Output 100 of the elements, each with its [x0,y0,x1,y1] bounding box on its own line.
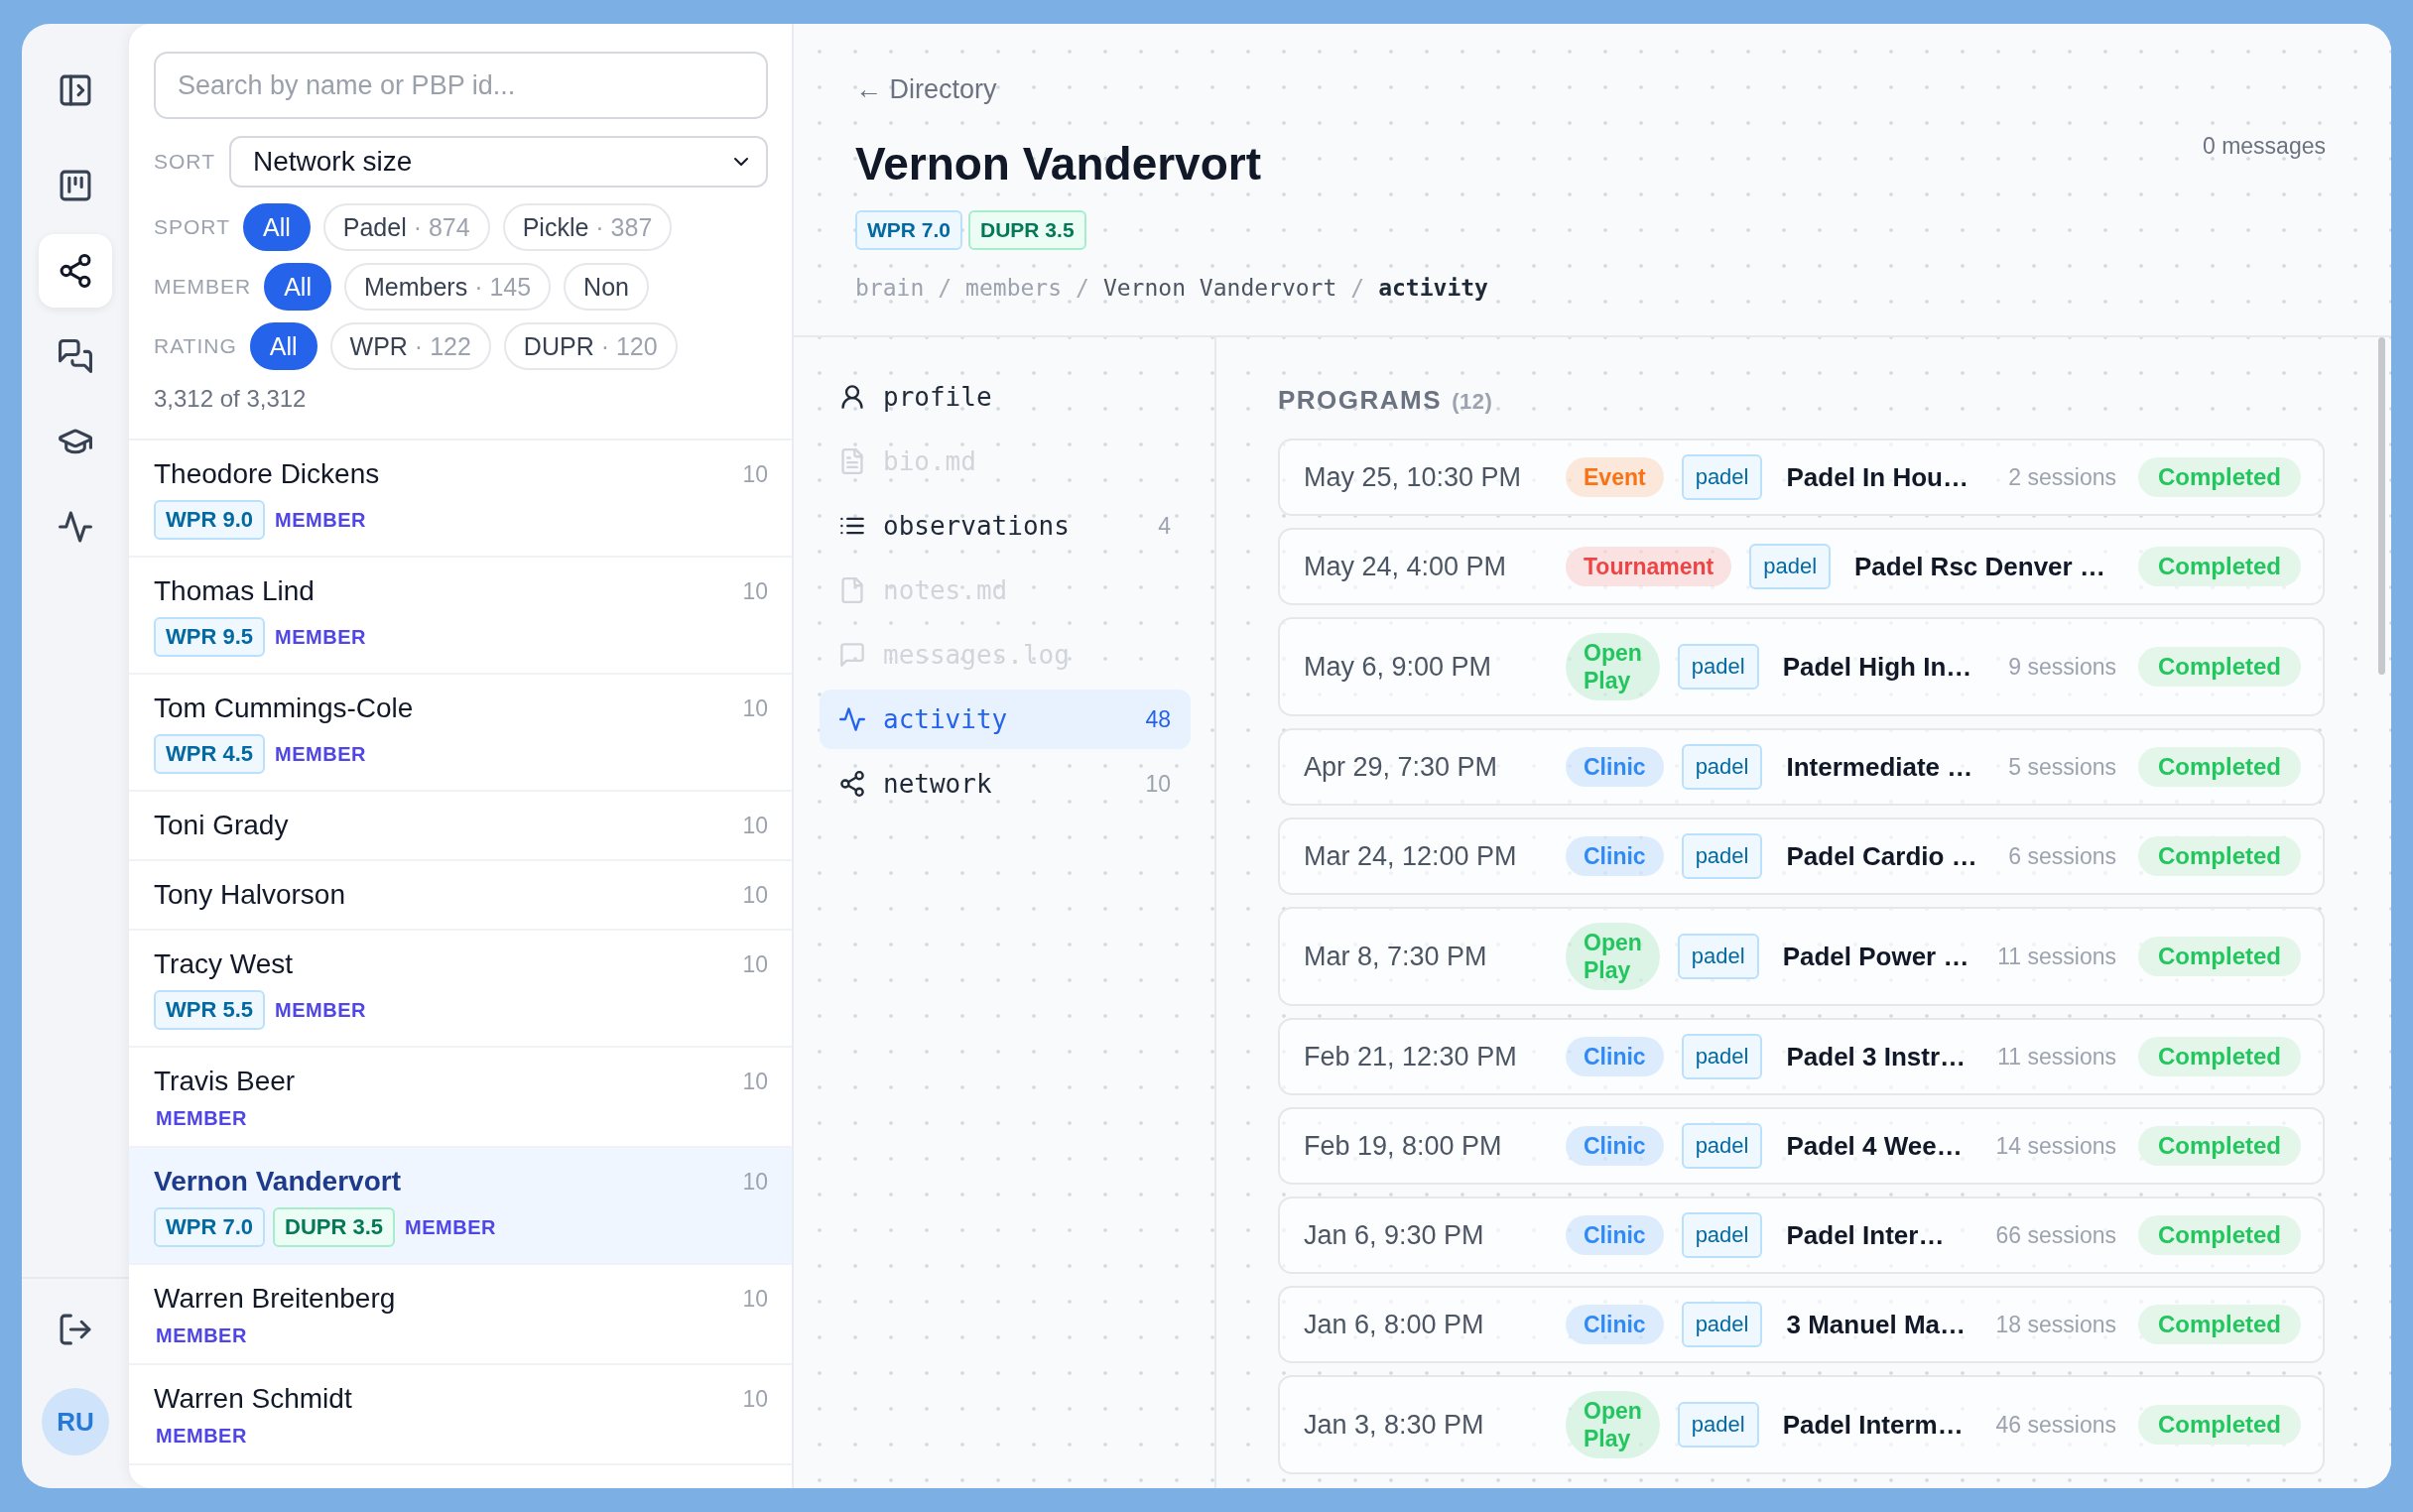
rail-button[interactable] [39,234,112,308]
sport-tag: padel [1681,1212,1763,1258]
speech-bubble-icon [839,642,865,668]
type-tag: Tournament [1566,547,1732,586]
filter-chip[interactable]: DUPR · 120 [503,322,678,370]
filter-chip[interactable]: All [242,203,311,251]
section-count: (12) [1452,388,1493,416]
filter-chip[interactable]: WPR · 122 [329,322,491,370]
filter-chip[interactable]: All [264,263,331,311]
session-count: 6 sessions [2008,842,2116,870]
section-tab[interactable]: activity 48 [820,690,1191,749]
filter-label: MEMBER [154,275,252,299]
filter-chip[interactable]: Non [564,263,649,311]
status-tag: Completed [2138,937,2301,976]
program-title: Padel Power … [1782,941,1970,972]
breadcrumb-separator: / [1350,274,1365,303]
network-count: 10 [742,1068,768,1095]
chat-icon [59,339,92,373]
session-count: 46 sessions [1995,1411,2116,1439]
program-title: Padel Rsc Denver … [1854,551,2106,582]
member-list-item[interactable]: Warren Breitenberg 10 MEMBER [129,1265,792,1365]
session-count: 11 sessions [1997,1043,2116,1071]
program-date: Jan 6, 8:00 PM [1304,1309,1485,1340]
filter-chip[interactable]: Padel · 874 [322,203,490,251]
breadcrumb-current: activity [1378,274,1488,303]
back-link[interactable]: ← Directory [855,71,997,107]
status-tag: Completed [2138,1126,2301,1166]
program-date: May 6, 9:00 PM [1304,651,1493,683]
kanban-icon [59,169,92,202]
status-tag: Completed [2138,747,2301,787]
status-tag: Completed [2138,547,2301,586]
sport-tag: padel [1749,544,1832,589]
member-title: Vernon Vandervort [855,137,1261,191]
sport-tag: padel [1681,1034,1763,1079]
member-list-item[interactable]: Vernon Vandervort 10 WPR 7.0 DUPR 3.5 MEMBER [129,1148,792,1265]
filter-label: RATING [154,334,237,358]
breadcrumb-separator: / [1076,274,1089,303]
file-icon [839,577,865,603]
network-count: 10 [742,1285,768,1313]
search-field[interactable]: Search by name or PBP id... [154,52,768,119]
program-date: Mar 24, 12:00 PM [1304,840,1518,872]
sport-tag: padel [1681,454,1763,500]
sort-select[interactable]: Network size [228,136,768,188]
network-count: 10 [742,812,768,839]
breadcrumb-separator: / [938,274,952,303]
program-title: Padel Cardio … [1786,840,1978,872]
status-tag: Completed [2138,457,2301,497]
type-tag: Clinic [1566,1305,1664,1344]
pulse-icon [59,510,92,544]
type-tag: Clinic [1566,1037,1664,1076]
program-date: May 24, 4:00 PM [1304,551,1508,582]
section-tab[interactable]: profile [820,367,1191,427]
type-tag: Clinic [1566,1126,1664,1166]
member-list-item[interactable]: Toni Grady 10 [129,792,792,861]
rating-badge: WPR 7.0 [855,210,963,250]
section-tab[interactable]: observations 4 [820,496,1191,556]
type-tag: Open Play [1566,923,1660,990]
program-title: 3 Manuel Ma… [1786,1309,1968,1340]
member-list-item[interactable]: Tom Cummings-Cole 10 WPR 4.5 MEMBER [129,675,792,792]
member-list-item[interactable]: Tracy West 10 WPR 5.5 MEMBER [129,931,792,1048]
section-heading: PROGRAMS [1278,384,1443,416]
sport-tag: padel [1677,1402,1759,1448]
program-title: Padel 3 Instr… [1786,1041,1968,1072]
share-icon [839,771,865,797]
session-count: 66 sessions [1995,1221,2116,1249]
type-tag: Clinic [1566,1215,1664,1255]
member-list-item[interactable]: Thomas Lind 10 WPR 9.5 MEMBER [129,558,792,675]
logout-icon [59,1313,92,1346]
filter-chip[interactable]: Pickle · 387 [502,203,673,251]
program-date: Feb 21, 12:30 PM [1304,1041,1518,1072]
member-label: MEMBER [405,1215,496,1239]
program-title: Padel Interm… [1782,1409,1965,1441]
sport-tag: padel [1681,833,1763,879]
member-list-item[interactable]: Warren Schmidt 10 MEMBER [129,1365,792,1465]
sport-tag: padel [1677,644,1759,690]
result-count: 3,312 of 3,312 [154,385,308,413]
session-count: 9 sessions [2008,653,2116,681]
filter-chip[interactable]: All [249,322,318,370]
rating-badge: WPR 5.5 [154,990,266,1030]
filter-chip[interactable]: Members · 145 [344,263,552,311]
status-tag: Completed [2138,1405,2301,1445]
scrollbar-thumb[interactable] [2378,337,2385,675]
breadcrumb-link[interactable]: Vernon Vandervort [1102,272,1337,304]
member-name: Travis Beer [154,1066,296,1097]
member-list-item[interactable]: Tony Halvorson 10 [129,861,792,931]
member-name: Warren Schmidt [154,1383,352,1415]
member-list-item[interactable]: Theodore Dickens 10 WPR 9.0 MEMBER [129,441,792,558]
item-count: 4 [1158,512,1171,540]
item-count: 48 [1145,705,1171,733]
program-date: Feb 19, 8:00 PM [1304,1130,1503,1162]
item-count: 10 [1145,770,1171,798]
section-tab[interactable]: network 10 [820,754,1191,814]
rating-badge: WPR 9.0 [154,500,266,540]
status-tag: Completed [2138,836,2301,876]
share-icon [59,254,92,288]
network-count: 10 [742,950,768,978]
network-count: 10 [742,1168,768,1196]
session-count: 18 sessions [1995,1311,2116,1338]
program-title: Intermediate … [1786,751,1974,783]
sport-tag: padel [1681,1302,1763,1347]
